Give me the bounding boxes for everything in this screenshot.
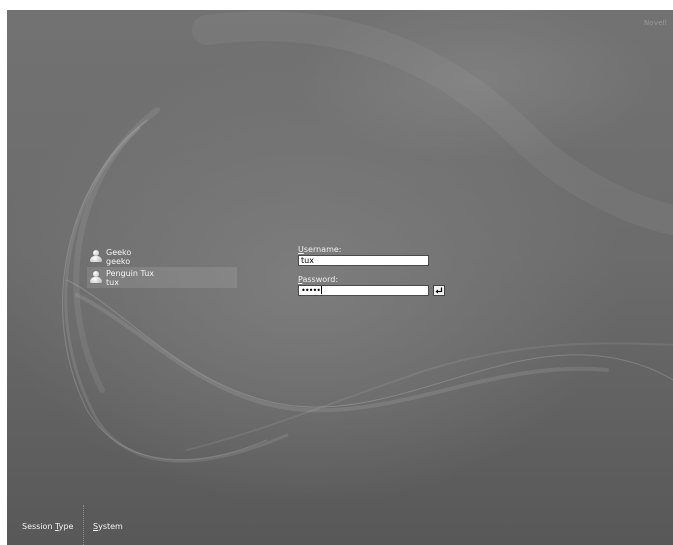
password-label: Password: — [298, 275, 339, 284]
user-item-geeko[interactable]: Geeko geeko — [87, 246, 237, 267]
user-item-tux[interactable]: Penguin Tux tux — [87, 267, 237, 288]
user-display-name: Penguin Tux — [106, 269, 154, 278]
user-list[interactable]: Geeko geeko Penguin Tux tux — [87, 246, 237, 288]
user-icon — [90, 250, 102, 264]
user-login-name: tux — [106, 278, 119, 287]
text-caret — [321, 286, 323, 294]
novell-logo: Novell — [643, 19, 667, 27]
user-display-name: Geeko — [106, 248, 132, 257]
login-submit-button[interactable] — [433, 285, 445, 296]
username-label: Username: — [298, 245, 342, 254]
password-input[interactable]: ••••• — [298, 285, 429, 296]
session-type-menu[interactable]: Session Type — [22, 522, 73, 531]
login-form: Username: tux Password: ••••• — [298, 244, 458, 297]
menu-separator — [83, 505, 84, 545]
system-menu[interactable]: System — [93, 522, 123, 531]
bottom-menu-bar: Session Type System — [7, 505, 673, 545]
enter-arrow-icon — [435, 287, 443, 294]
user-login-name: geeko — [106, 257, 131, 266]
login-screen: Novell Geeko geeko Penguin Tux tux Usern… — [7, 10, 673, 545]
password-mask: ••••• — [301, 286, 321, 295]
user-icon — [90, 271, 102, 285]
username-input[interactable]: tux — [298, 255, 429, 266]
